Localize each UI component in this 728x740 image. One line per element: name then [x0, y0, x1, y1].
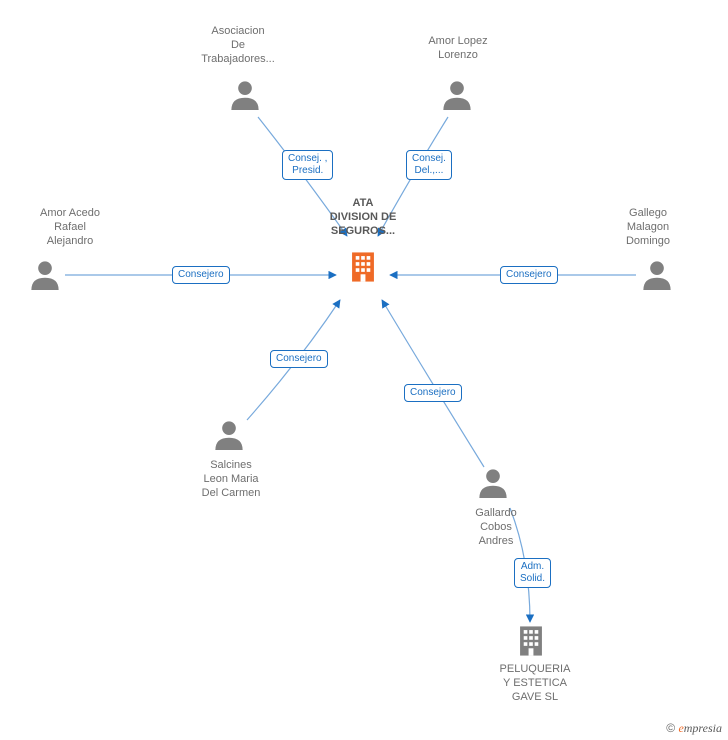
person-icon [28, 260, 62, 290]
person-label-amor-acedo: Amor Acedo Rafael Alejandro [20, 206, 120, 248]
brand-rest: mpresia [684, 721, 722, 735]
edge-label-amor-acedo: Consejero [172, 266, 230, 284]
company-label-peluqueria: PELUQUERIA Y ESTETICA GAVE SL [480, 662, 590, 704]
edges-layer [0, 0, 728, 740]
person-label-salcines: Salcines Leon Maria Del Carmen [176, 458, 286, 500]
person-label-asociacion: Asociacion De Trabajadores... [178, 24, 298, 66]
person-icon [228, 80, 262, 110]
person-label-gallego: Gallego Malagon Domingo [598, 206, 698, 248]
building-icon [348, 250, 378, 284]
edge-label-gallego: Consejero [500, 266, 558, 284]
vinculation-diagram: { "central": { "label": "ATA\nDIVISION D… [0, 0, 728, 740]
person-label-amor-lopez: Amor Lopez Lorenzo [408, 34, 508, 62]
person-label-gallardo: Gallardo Cobos Andres [446, 506, 546, 548]
building-icon [516, 624, 546, 658]
person-icon [640, 260, 674, 290]
person-icon [476, 468, 510, 498]
person-icon [440, 80, 474, 110]
central-company-label: ATA DIVISION DE SEGUROS... [318, 196, 408, 238]
person-icon [212, 420, 246, 450]
edge-label-salcines: Consejero [270, 350, 328, 368]
edge-label-gallardo-peluqueria: Adm. Solid. [514, 558, 551, 588]
edge-label-gallardo: Consejero [404, 384, 462, 402]
edge-label-asociacion: Consej. , Presid. [282, 150, 333, 180]
edge-label-amor-lopez: Consej. Del.,... [406, 150, 452, 180]
copyright-symbol: © [666, 721, 675, 735]
footer-credit: © empresia [666, 721, 722, 736]
